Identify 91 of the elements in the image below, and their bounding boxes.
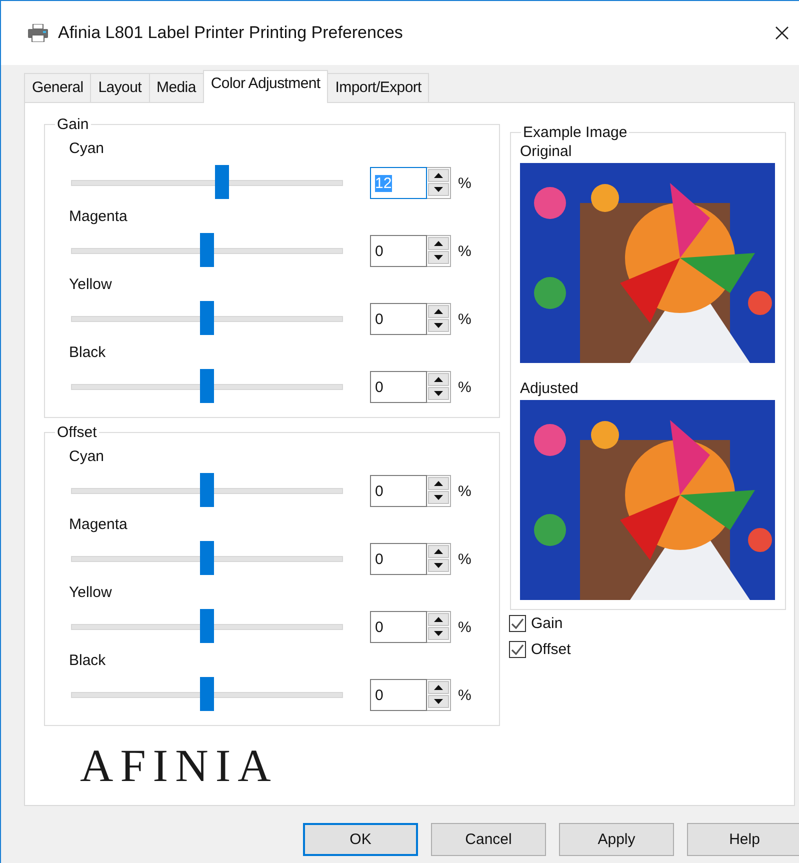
spin-down-button[interactable] bbox=[428, 627, 449, 640]
slider-label: Yellow bbox=[68, 584, 113, 602]
slider-thumb[interactable] bbox=[200, 541, 214, 575]
logo-text: AFINIA bbox=[80, 740, 278, 792]
slider-label: Black bbox=[68, 652, 107, 670]
selected-text: 12 bbox=[375, 174, 392, 192]
spin-down-button[interactable] bbox=[428, 183, 449, 196]
window-title: Afinia L801 Label Printer Printing Preferences bbox=[58, 23, 404, 43]
checkbox-label: Gain bbox=[531, 614, 563, 632]
number-field[interactable]: 0 bbox=[370, 303, 427, 335]
unit-label: % bbox=[458, 482, 472, 500]
checkbox[interactable] bbox=[509, 614, 526, 632]
image-label: Adjusted bbox=[520, 380, 580, 399]
up-arrow-icon bbox=[434, 481, 443, 486]
unit-label: % bbox=[458, 686, 472, 704]
slider-label: Black bbox=[68, 344, 107, 362]
field-value: 0 bbox=[375, 618, 384, 636]
up-arrow-icon bbox=[434, 241, 443, 246]
spin-down-button[interactable] bbox=[428, 319, 449, 332]
spin-up-button[interactable] bbox=[428, 545, 449, 558]
unit-label: % bbox=[458, 550, 472, 568]
number-field[interactable]: 0 bbox=[370, 679, 427, 711]
spin-down-button[interactable] bbox=[428, 559, 449, 572]
number-field[interactable]: 0 bbox=[370, 543, 427, 575]
slider-label: Magenta bbox=[68, 516, 128, 534]
spin-down-button[interactable] bbox=[428, 251, 449, 264]
field-value: 0 bbox=[375, 482, 384, 500]
unit-label: % bbox=[458, 174, 472, 192]
tab[interactable]: Color Adjustment bbox=[202, 70, 328, 103]
down-arrow-icon bbox=[434, 323, 443, 328]
slider-thumb[interactable] bbox=[215, 165, 230, 199]
number-field[interactable]: 0 bbox=[370, 371, 427, 403]
field-value: 0 bbox=[375, 550, 384, 568]
up-arrow-icon bbox=[434, 617, 443, 622]
dialog-button[interactable]: Apply bbox=[559, 823, 674, 856]
tab[interactable]: Import/Export bbox=[327, 73, 430, 102]
down-arrow-icon bbox=[434, 631, 443, 636]
slider-label: Yellow bbox=[68, 276, 113, 294]
slider-thumb[interactable] bbox=[200, 677, 214, 711]
down-arrow-icon bbox=[434, 699, 443, 704]
field-value: 0 bbox=[375, 378, 384, 396]
field-value: 0 bbox=[375, 686, 384, 704]
number-field[interactable]: 0 bbox=[370, 475, 427, 507]
slider-label: Cyan bbox=[68, 448, 106, 466]
number-field[interactable]: 0 bbox=[370, 611, 427, 643]
unit-label: % bbox=[458, 378, 472, 396]
down-arrow-icon bbox=[434, 391, 443, 396]
close-icon bbox=[775, 26, 789, 40]
spin-up-button[interactable] bbox=[428, 305, 449, 318]
slider-label: Magenta bbox=[68, 208, 128, 226]
unit-label: % bbox=[458, 618, 472, 636]
spin-down-button[interactable] bbox=[428, 387, 449, 400]
field-value: 0 bbox=[375, 310, 384, 328]
number-field[interactable]: 0 bbox=[370, 235, 427, 267]
checkmark-icon bbox=[511, 618, 524, 628]
up-arrow-icon bbox=[434, 309, 443, 314]
slider-label: Cyan bbox=[68, 140, 106, 158]
down-arrow-icon bbox=[434, 495, 443, 500]
up-arrow-icon bbox=[434, 377, 443, 382]
dialog-button[interactable]: OK bbox=[303, 823, 418, 856]
dialog-button[interactable]: Help bbox=[687, 823, 799, 856]
dialog-button[interactable]: Cancel bbox=[431, 823, 546, 856]
slider-thumb[interactable] bbox=[200, 233, 214, 267]
checkbox[interactable] bbox=[509, 640, 526, 658]
spin-up-button[interactable] bbox=[428, 681, 449, 694]
spin-down-button[interactable] bbox=[428, 695, 449, 708]
down-arrow-icon bbox=[434, 187, 443, 192]
group-title: Example Image bbox=[521, 124, 630, 141]
spin-up-button[interactable] bbox=[428, 373, 449, 386]
down-arrow-icon bbox=[434, 255, 443, 260]
up-arrow-icon bbox=[434, 173, 443, 178]
checkmark-icon bbox=[511, 644, 524, 654]
spin-up-button[interactable] bbox=[428, 477, 449, 490]
up-arrow-icon bbox=[434, 549, 443, 554]
slider-thumb[interactable] bbox=[200, 473, 214, 507]
spin-down-button[interactable] bbox=[428, 491, 449, 504]
printer-icon bbox=[28, 24, 48, 42]
slider-thumb[interactable] bbox=[200, 301, 214, 335]
unit-label: % bbox=[458, 310, 472, 328]
field-value: 0 bbox=[375, 242, 384, 260]
slider-thumb[interactable] bbox=[200, 609, 214, 643]
tab[interactable]: General bbox=[24, 73, 92, 102]
up-arrow-icon bbox=[434, 685, 443, 690]
unit-label: % bbox=[458, 242, 472, 260]
slider-thumb[interactable] bbox=[200, 369, 214, 403]
image-label: Original bbox=[520, 143, 573, 162]
checkbox-label: Offset bbox=[531, 640, 571, 658]
spin-up-button[interactable] bbox=[428, 169, 449, 182]
down-arrow-icon bbox=[434, 563, 443, 568]
spin-up-button[interactable] bbox=[428, 237, 449, 250]
spin-up-button[interactable] bbox=[428, 613, 449, 626]
